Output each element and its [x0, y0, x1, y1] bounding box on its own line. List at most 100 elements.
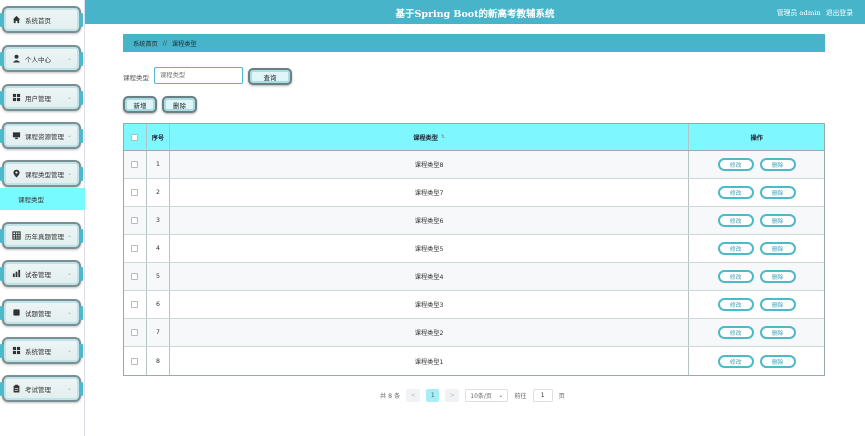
row-type: 课程类型2 [170, 319, 690, 346]
table-row: 3 课程类型6 修改 删除 [124, 207, 824, 235]
table-row: 7 课程类型2 修改 删除 [124, 319, 824, 347]
sort-icon[interactable]: ⇅ [441, 134, 445, 140]
edit-button[interactable]: 修改 [717, 186, 754, 199]
row-checkbox[interactable] [131, 161, 139, 168]
edit-button[interactable]: 修改 [717, 270, 754, 283]
table-row: 5 课程类型4 修改 删除 [124, 263, 824, 291]
sidebar-item[interactable]: 系统管理 ⌄ [0, 337, 83, 364]
add-button[interactable]: 新增 [123, 96, 157, 113]
chevron-down-icon: ⌄ [66, 270, 72, 277]
sidebar-item[interactable]: 试卷管理 ⌄ [0, 260, 83, 287]
goto-label: 前往 [514, 392, 527, 400]
row-index: 6 [147, 291, 170, 318]
table-body: 1 课程类型8 修改 删除 2 课程类型7 修改 删除 3 课程类型6 修改 删除 4 课程类型5 修改 删除… [124, 151, 824, 375]
course-type-table: 序号 课程类型 ⇅ 操作 1 课程类型8 修改 删除 2 课程类型7 修改 删除 3 课程类型6 修… [123, 123, 825, 376]
row-actions: 修改 删除 [689, 207, 824, 234]
row-checkbox[interactable] [131, 329, 139, 336]
edit-button[interactable]: 修改 [717, 214, 754, 227]
delete-button[interactable]: 删除 [759, 298, 796, 311]
edit-button[interactable]: 修改 [717, 242, 754, 255]
total-count: 共 8 条 [380, 392, 401, 400]
edit-button[interactable]: 修改 [717, 354, 754, 368]
row-type: 课程类型5 [170, 235, 690, 262]
row-checkbox[interactable] [131, 357, 139, 365]
chevron-down-icon: ⌄ [66, 170, 72, 177]
row-select-cell [124, 347, 147, 375]
search-button[interactable]: 查询 [248, 68, 292, 85]
delete-button[interactable]: 删除 [759, 326, 796, 339]
row-index: 8 [147, 347, 170, 375]
chevron-down-icon: ⌄ [66, 347, 72, 354]
row-checkbox[interactable] [131, 273, 139, 280]
breadcrumb: 系统首页 // 课程类型 [123, 34, 825, 52]
prev-page-button[interactable]: < [406, 388, 421, 402]
row-index: 2 [147, 179, 170, 206]
grid-icon [11, 346, 21, 356]
batch-delete-button[interactable]: 删除 [162, 96, 197, 113]
sidebar-item[interactable]: 用户管理 ⌄ [0, 84, 83, 111]
select-all-checkbox[interactable] [131, 133, 139, 141]
app-title: 基于Spring Boot的新高考教辅系统 [395, 9, 555, 20]
delete-button[interactable]: 删除 [759, 242, 796, 255]
table-row: 2 课程类型7 修改 删除 [124, 179, 824, 207]
table-row: 4 课程类型5 修改 删除 [124, 235, 824, 263]
row-type: 课程类型1 [170, 347, 690, 375]
row-type: 课程类型3 [170, 291, 690, 318]
clipboard-icon [11, 384, 21, 394]
page: 系统首页 个人中心 ⌄ 用户管理 ⌄ 课程资源管理 ⌄ 课程类型管理 ⌄ 历年真题管理 ⌄ 试卷管理 ⌄… [0, 0, 865, 436]
delete-button[interactable]: 删除 [759, 270, 796, 283]
search-label: 课程类型 [123, 74, 149, 82]
delete-button[interactable]: 删除 [759, 354, 796, 368]
edit-button[interactable]: 修改 [717, 158, 754, 171]
delete-button[interactable]: 删除 [759, 186, 796, 199]
row-checkbox[interactable] [131, 245, 139, 252]
row-checkbox[interactable] [131, 189, 139, 196]
monitor-icon [11, 131, 21, 141]
row-actions: 修改 删除 [689, 347, 824, 375]
row-checkbox[interactable] [131, 217, 139, 224]
row-select-cell [124, 263, 147, 290]
sidebar-subitem-course-type[interactable]: 课程类型 [0, 188, 85, 210]
sidebar-item-label: 考试管理 [25, 385, 51, 394]
row-select-cell [124, 291, 147, 318]
chart-icon [11, 269, 21, 279]
next-page-button[interactable]: > [445, 388, 460, 402]
sidebar-item[interactable]: 历年真题管理 ⌄ [0, 222, 83, 249]
edit-button[interactable]: 修改 [717, 298, 754, 311]
home-icon [11, 15, 21, 25]
sidebar-item[interactable]: 课程资源管理 ⌄ [0, 122, 83, 149]
select-all-cell [124, 124, 147, 150]
header-type-cell[interactable]: 课程类型 ⇅ [170, 124, 690, 150]
sidebar-item-label: 个人中心 [25, 55, 51, 64]
row-select-cell [124, 319, 147, 346]
breadcrumb-home[interactable]: 系统首页 [133, 39, 158, 48]
row-type: 课程类型6 [170, 207, 690, 234]
logout-link[interactable]: 退出登录 [826, 7, 853, 17]
row-index: 1 [147, 151, 170, 178]
delete-button[interactable]: 删除 [759, 158, 796, 171]
page-size-value: 10条/页 [470, 392, 492, 400]
delete-button[interactable]: 删除 [759, 214, 796, 227]
row-actions: 修改 删除 [689, 263, 824, 290]
breadcrumb-separator: // [162, 39, 167, 47]
row-checkbox[interactable] [131, 301, 139, 308]
sidebar-item[interactable]: 试题管理 ⌄ [0, 299, 83, 326]
current-page[interactable]: 1 [426, 388, 440, 402]
sidebar-item[interactable]: 考试管理 ⌄ [0, 375, 83, 402]
header-ops: 操作 [750, 134, 763, 142]
goto-page-input[interactable]: 1 [532, 388, 553, 402]
sidebar-item[interactable]: 系统首页 [0, 6, 83, 33]
header-user-area: 管理员 admin 退出登录 [777, 7, 853, 17]
location-icon [11, 169, 21, 179]
sidebar-item[interactable]: 课程类型管理 ⌄ [0, 160, 83, 187]
row-index: 7 [147, 319, 170, 346]
page-size-select[interactable]: 10条/页 ⌄ [465, 388, 509, 402]
chevron-down-icon: ⌄ [498, 391, 504, 399]
table-row: 8 课程类型1 修改 删除 [124, 347, 824, 375]
sidebar-item[interactable]: 个人中心 ⌄ [0, 45, 83, 72]
top-header: 基于Spring Boot的新高考教辅系统 管理员 admin 退出登录 [85, 0, 865, 24]
edit-button[interactable]: 修改 [717, 326, 754, 339]
search-input[interactable] [154, 67, 243, 84]
table-row: 6 课程类型3 修改 删除 [124, 291, 824, 319]
sidebar-item-label: 用户管理 [25, 94, 51, 103]
